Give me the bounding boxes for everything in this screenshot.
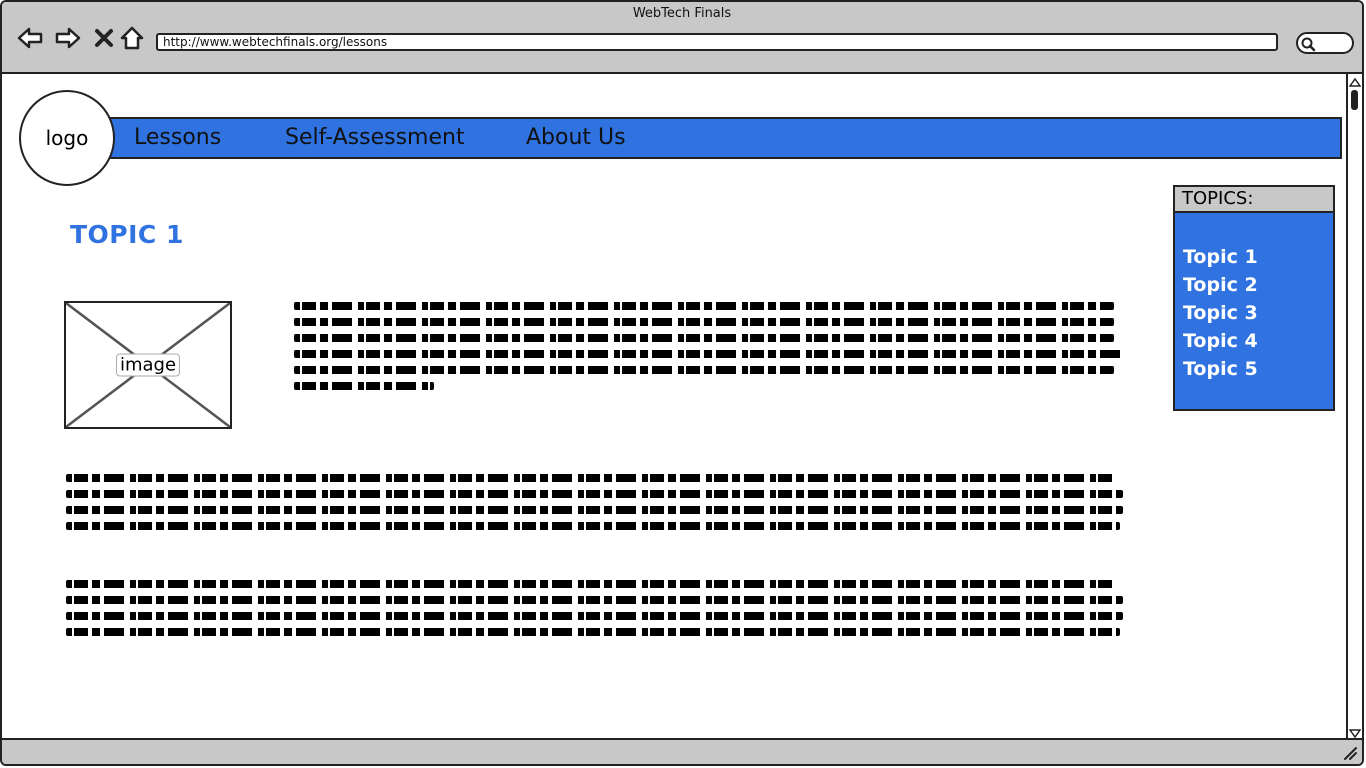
nav-item-lessons[interactable]: Lessons [134, 125, 221, 150]
topic-link-1[interactable]: Topic 1 [1183, 243, 1258, 271]
scroll-thumb[interactable] [1351, 90, 1358, 110]
nav-item-about-us[interactable]: About Us [526, 125, 626, 150]
browser-search-field[interactable] [1296, 32, 1354, 54]
browser-window: WebTech Finals http://www.webtechfinals.… [0, 0, 1364, 766]
topics-sidebar: TOPICS: Topic 1 Topic 2 Topic 3 Topic 4 … [1173, 185, 1335, 411]
image-placeholder: image [64, 301, 232, 429]
vertical-scrollbar[interactable] [1346, 74, 1362, 742]
back-arrow-icon[interactable] [16, 24, 44, 52]
scroll-up-arrow-icon[interactable] [1349, 76, 1361, 88]
topic-link-2[interactable]: Topic 2 [1183, 271, 1258, 299]
site-logo[interactable]: logo [19, 90, 115, 186]
page-title: TOPIC 1 [70, 220, 184, 249]
topics-heading: TOPICS: [1175, 187, 1333, 213]
stop-icon[interactable] [90, 24, 118, 52]
topic-link-4[interactable]: Topic 4 [1183, 327, 1258, 355]
paragraph-block-2 [66, 474, 1123, 538]
search-icon [1301, 37, 1316, 52]
status-bar [2, 738, 1362, 764]
paragraph-block-3 [66, 580, 1123, 644]
resize-grip-icon[interactable] [1342, 745, 1358, 761]
forward-arrow-icon[interactable] [54, 24, 82, 52]
image-label: image [115, 353, 181, 377]
topic-link-5[interactable]: Topic 5 [1183, 355, 1258, 383]
nav-item-self-assessment[interactable]: Self-Assessment [285, 125, 465, 150]
topic-link-3[interactable]: Topic 3 [1183, 299, 1258, 327]
paragraph-block-1 [294, 302, 1122, 398]
browser-chrome: WebTech Finals http://www.webtechfinals.… [2, 2, 1362, 74]
url-input[interactable]: http://www.webtechfinals.org/lessons [156, 33, 1278, 51]
window-title: WebTech Finals [632, 6, 732, 21]
main-nav-bar: Lessons Self-Assessment About Us [92, 117, 1342, 159]
logo-label: logo [45, 126, 89, 150]
topics-list: Topic 1 Topic 2 Topic 3 Topic 4 Topic 5 [1183, 243, 1258, 383]
home-icon[interactable] [118, 24, 146, 52]
